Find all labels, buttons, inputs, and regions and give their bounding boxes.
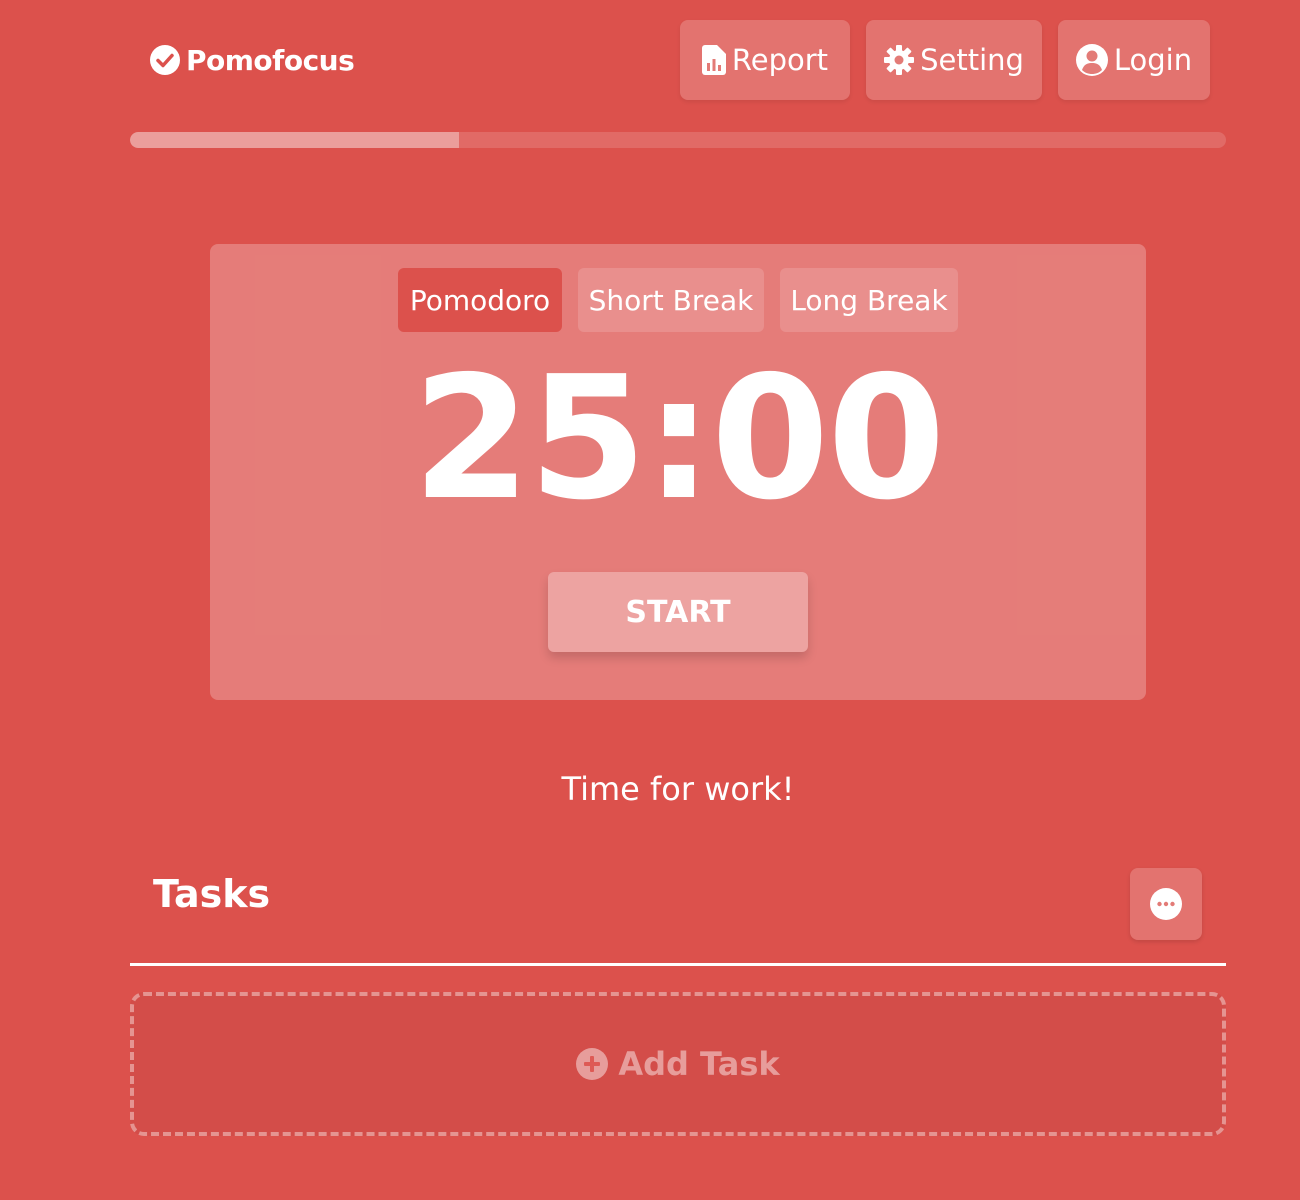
app-name: Pomofocus [186,43,355,77]
report-label: Report [731,43,829,77]
add-task-button[interactable]: Add Task [130,992,1226,1136]
setting-button[interactable]: Setting [866,20,1042,100]
start-button[interactable]: START [548,572,808,652]
app-logo[interactable]: Pomofocus [150,42,355,78]
timer-card: Pomodoro Short Break Long Break 25:00 ST… [210,244,1146,700]
tasks-menu-button[interactable] [1130,868,1202,940]
add-task-label: Add Task [618,1045,780,1083]
status-message: Time for work! [561,770,795,808]
login-label: Login [1113,43,1193,77]
progress-bar [130,132,1226,148]
tasks-title: Tasks [153,872,271,916]
ellipsis-icon [1150,888,1182,920]
tab-pomodoro[interactable]: Pomodoro [398,268,562,332]
setting-label: Setting [920,43,1024,77]
tasks-divider [130,963,1226,966]
login-button[interactable]: Login [1058,20,1210,100]
plus-circle-icon [576,1048,609,1080]
tab-long-break[interactable]: Long Break [780,268,958,332]
user-circle-icon [1075,44,1108,76]
check-circle-icon [150,45,180,75]
progress-fill [130,132,459,148]
report-icon [701,45,726,75]
page: Pomofocus Report Setting Login Pomodoro … [0,0,1300,1200]
timer-display: 25:00 [412,340,945,538]
report-button[interactable]: Report [680,20,850,100]
gear-icon [884,45,915,75]
tab-short-break[interactable]: Short Break [578,268,764,332]
